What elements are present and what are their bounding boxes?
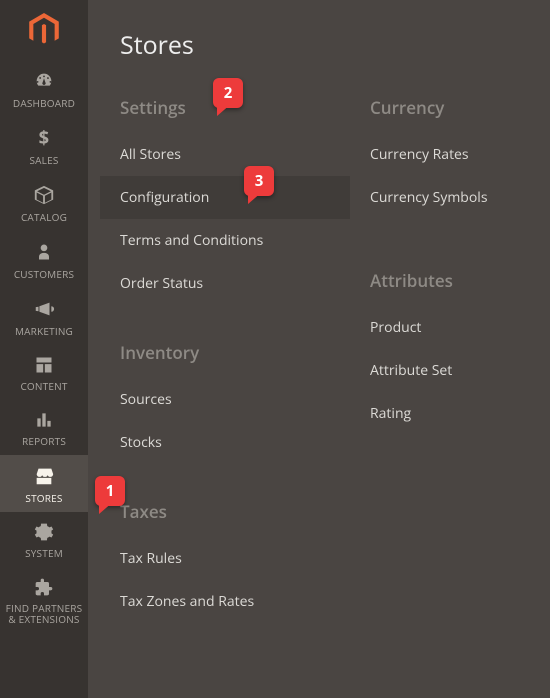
group-header-currency: Currency	[350, 88, 550, 133]
nav-label: DASHBOARD	[13, 98, 75, 109]
link-stocks[interactable]: Stocks	[100, 421, 350, 464]
nav-label: CONTENT	[20, 381, 67, 392]
nav-sales[interactable]: $ SALES	[0, 117, 88, 174]
gear-icon	[34, 522, 54, 544]
link-tax-rules[interactable]: Tax Rules	[100, 537, 350, 580]
link-attr-rating[interactable]: Rating	[350, 392, 550, 435]
link-all-stores[interactable]: All Stores	[100, 133, 350, 176]
dollar-icon: $	[33, 127, 55, 151]
nav-label: SALES	[29, 155, 58, 166]
bar-chart-icon	[34, 410, 54, 432]
layout-icon	[34, 355, 54, 377]
panel-title: Stores	[88, 18, 550, 88]
link-currency-rates[interactable]: Currency Rates	[350, 133, 550, 176]
link-tax-zones-rates[interactable]: Tax Zones and Rates	[100, 580, 350, 623]
person-icon	[34, 241, 54, 265]
nav-customers[interactable]: CUSTOMERS	[0, 231, 88, 288]
magento-logo[interactable]	[0, 0, 88, 60]
nav-label: CUSTOMERS	[14, 269, 74, 280]
nav-label: FIND PARTNERS & EXTENSIONS	[6, 603, 83, 625]
link-sources[interactable]: Sources	[100, 378, 350, 421]
svg-text:$: $	[39, 127, 50, 149]
nav-find-partners[interactable]: FIND PARTNERS & EXTENSIONS	[0, 567, 88, 633]
megaphone-icon	[33, 298, 55, 322]
nav-catalog[interactable]: CATALOG	[0, 174, 88, 231]
nav-label: REPORTS	[22, 436, 66, 447]
panel-columns: Settings All Stores Configuration Terms …	[88, 88, 550, 623]
nav-label: CATALOG	[21, 212, 67, 223]
nav-content[interactable]: CONTENT	[0, 345, 88, 400]
panel-column-left: Settings All Stores Configuration Terms …	[100, 88, 350, 623]
group-header-inventory: Inventory	[100, 333, 350, 378]
store-icon	[33, 465, 55, 489]
magento-logo-icon	[29, 13, 59, 47]
link-configuration[interactable]: Configuration	[100, 176, 350, 219]
nav-label: STORES	[25, 493, 62, 504]
nav-label: MARKETING	[15, 326, 73, 337]
panel-column-right: Currency Currency Rates Currency Symbols…	[350, 88, 550, 623]
nav-reports[interactable]: REPORTS	[0, 400, 88, 455]
nav-stores[interactable]: STORES	[0, 455, 88, 512]
nav-marketing[interactable]: MARKETING	[0, 288, 88, 345]
nav-system[interactable]: SYSTEM	[0, 512, 88, 567]
stores-flyout-panel: Stores Settings All Stores Configuration…	[88, 0, 550, 698]
app-root: DASHBOARD $ SALES CATALOG CUSTOMERS MARK…	[0, 0, 550, 698]
annotation-callout-1: 1	[95, 476, 125, 506]
annotation-callout-3: 3	[244, 166, 274, 196]
link-currency-symbols[interactable]: Currency Symbols	[350, 176, 550, 219]
nav-dashboard[interactable]: DASHBOARD	[0, 60, 88, 117]
admin-sidebar: DASHBOARD $ SALES CATALOG CUSTOMERS MARK…	[0, 0, 88, 698]
link-attr-set[interactable]: Attribute Set	[350, 349, 550, 392]
group-header-taxes: Taxes	[100, 492, 350, 537]
nav-label: SYSTEM	[25, 548, 63, 559]
group-header-attributes: Attributes	[350, 261, 550, 306]
link-attr-product[interactable]: Product	[350, 306, 550, 349]
box-icon	[33, 184, 55, 208]
link-order-status[interactable]: Order Status	[100, 262, 350, 305]
puzzle-icon	[34, 577, 54, 599]
dashboard-icon	[33, 70, 55, 94]
link-terms-conditions[interactable]: Terms and Conditions	[100, 219, 350, 262]
annotation-callout-2: 2	[213, 78, 243, 108]
